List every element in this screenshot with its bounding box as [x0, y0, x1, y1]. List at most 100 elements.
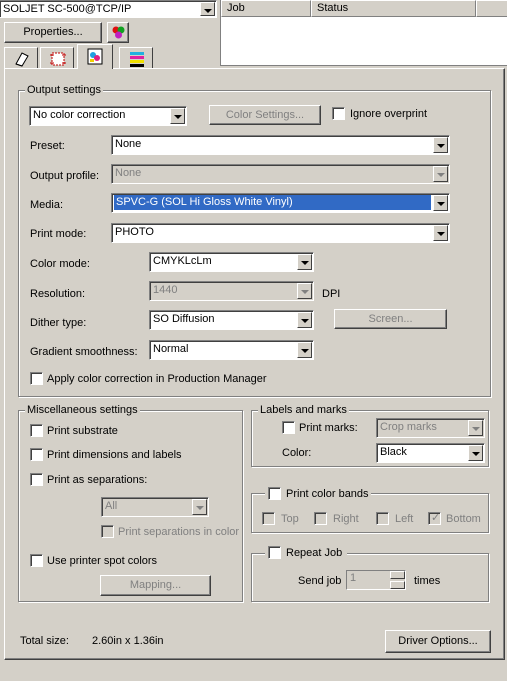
resolution-unit: DPI: [322, 288, 341, 300]
output-profile-label: Output profile:: [30, 170, 100, 182]
separations-select[interactable]: All: [101, 497, 209, 517]
band-bottom-label: Bottom: [446, 513, 481, 525]
color-mode-value: CMYKLcLm: [153, 255, 212, 267]
column-header-job[interactable]: Job: [221, 0, 311, 17]
media-label: Media:: [30, 199, 64, 211]
band-bottom-checkbox[interactable]: ✓: [428, 512, 441, 525]
color-wheel-button[interactable]: [107, 22, 129, 43]
print-marks-label: Print marks:: [299, 422, 358, 434]
color-image-icon: [87, 48, 103, 65]
preset-select[interactable]: None: [111, 135, 450, 155]
chevron-down-icon[interactable]: [433, 166, 448, 182]
media-select[interactable]: SPVC-G (SOL Hi Gloss White Vinyl): [111, 193, 450, 213]
chevron-down-icon[interactable]: [468, 445, 483, 461]
crop-marks-icon: [50, 52, 66, 66]
ignore-overprint-checkbox[interactable]: [332, 107, 345, 120]
output-profile-select[interactable]: None: [111, 164, 450, 184]
print-separations-label: Print as separations:: [47, 474, 148, 486]
chevron-down-icon[interactable]: [297, 283, 312, 299]
print-mode-value: PHOTO: [115, 226, 154, 238]
chevron-down-icon[interactable]: [297, 254, 312, 270]
chevron-down-icon[interactable]: [433, 225, 448, 241]
job-list[interactable]: Job Status: [220, 0, 507, 66]
tab-color[interactable]: [77, 44, 113, 69]
gradient-smoothness-label: Gradient smoothness:: [30, 346, 138, 358]
mapping-button[interactable]: Mapping...: [100, 575, 211, 596]
color-mode-label: Color mode:: [30, 258, 90, 270]
print-color-bands-label: Print color bands: [286, 488, 369, 500]
chevron-down-icon[interactable]: [200, 2, 215, 16]
band-left-checkbox[interactable]: [376, 512, 389, 525]
chevron-down-icon[interactable]: [468, 420, 483, 436]
spin-up-icon[interactable]: [390, 571, 405, 579]
labels-marks-title: Labels and marks: [258, 403, 349, 417]
send-job-spinner[interactable]: 1: [346, 570, 406, 590]
tab-layout[interactable]: [40, 47, 74, 69]
dither-type-label: Dither type:: [30, 317, 87, 329]
chevron-down-icon[interactable]: [297, 342, 312, 358]
send-job-value: 1: [350, 572, 357, 584]
color-correction-select[interactable]: No color correction: [29, 106, 187, 126]
print-separations-in-color-checkbox[interactable]: [101, 525, 114, 538]
repeat-job-label: Repeat Job: [286, 547, 343, 559]
tab-general[interactable]: [4, 47, 38, 69]
tab-separations[interactable]: [119, 47, 153, 69]
chevron-down-icon[interactable]: [192, 499, 207, 515]
repeat-job-checkbox[interactable]: [268, 546, 281, 559]
color-bars-icon: [130, 52, 144, 67]
separations-value: All: [105, 500, 118, 512]
chevron-down-icon[interactable]: [433, 137, 448, 153]
printer-name: SOLJET SC-500@TCP/IP: [3, 3, 132, 15]
preset-value: None: [115, 138, 142, 150]
driver-options-button[interactable]: Driver Options...: [385, 630, 491, 653]
print-marks-select[interactable]: Crop marks: [376, 418, 485, 438]
apply-color-correction-label: Apply color correction in Production Man…: [47, 373, 267, 385]
print-mode-select[interactable]: PHOTO: [111, 223, 450, 243]
output-profile-value: None: [115, 167, 142, 179]
column-header-blank: [476, 0, 507, 17]
dither-type-value: SO Diffusion: [153, 313, 215, 325]
band-right-label: Right: [333, 513, 359, 525]
printer-select[interactable]: SOLJET SC-500@TCP/IP: [0, 0, 217, 18]
resolution-select[interactable]: 1440: [149, 281, 314, 301]
print-marks-value: Crop marks: [380, 421, 437, 433]
times-label: times: [414, 575, 441, 587]
preset-label: Preset:: [30, 140, 65, 152]
chevron-down-icon[interactable]: [170, 108, 185, 124]
marks-color-select[interactable]: Black: [376, 443, 485, 463]
page-icon: [15, 52, 29, 67]
gradient-smoothness-select[interactable]: Normal: [149, 340, 314, 360]
column-header-status[interactable]: Status: [311, 0, 476, 17]
resolution-value: 1440: [153, 284, 178, 296]
dither-type-select[interactable]: SO Diffusion: [149, 310, 314, 330]
misc-settings-title: Miscellaneous settings: [25, 403, 140, 417]
color-mode-select[interactable]: CMYKLcLm: [149, 252, 314, 272]
print-mode-label: Print mode:: [30, 228, 87, 240]
print-color-bands-checkbox[interactable]: [268, 487, 281, 500]
print-separations-checkbox[interactable]: [30, 473, 43, 486]
resolution-label: Resolution:: [30, 288, 86, 300]
chevron-down-icon[interactable]: [433, 195, 448, 211]
properties-button[interactable]: Properties...: [4, 22, 102, 43]
print-substrate-label: Print substrate: [47, 425, 118, 437]
print-dimensions-label: Print dimensions and labels: [47, 449, 182, 461]
spin-down-icon[interactable]: [390, 581, 405, 589]
band-right-checkbox[interactable]: [314, 512, 327, 525]
use-spot-colors-checkbox[interactable]: [30, 554, 43, 567]
total-size-value: 2.60in x 1.36in: [92, 635, 164, 647]
print-marks-checkbox[interactable]: [282, 421, 295, 434]
screen-button[interactable]: Screen...: [334, 309, 447, 329]
color-settings-button[interactable]: Color Settings...: [209, 105, 321, 125]
color-correction-value: No color correction: [33, 109, 126, 121]
marks-color-label: Color:: [282, 447, 312, 459]
chevron-down-icon[interactable]: [297, 312, 312, 328]
band-top-checkbox[interactable]: [262, 512, 275, 525]
apply-color-correction-checkbox[interactable]: [30, 372, 43, 385]
print-dimensions-checkbox[interactable]: [30, 448, 43, 461]
band-left-label: Left: [395, 513, 414, 525]
print-substrate-checkbox[interactable]: [30, 424, 43, 437]
use-spot-colors-label: Use printer spot colors: [47, 555, 158, 567]
media-value: SPVC-G (SOL Hi Gloss White Vinyl): [114, 195, 431, 210]
send-job-label: Send job: [298, 575, 342, 587]
color-wheel-icon: [111, 25, 126, 46]
